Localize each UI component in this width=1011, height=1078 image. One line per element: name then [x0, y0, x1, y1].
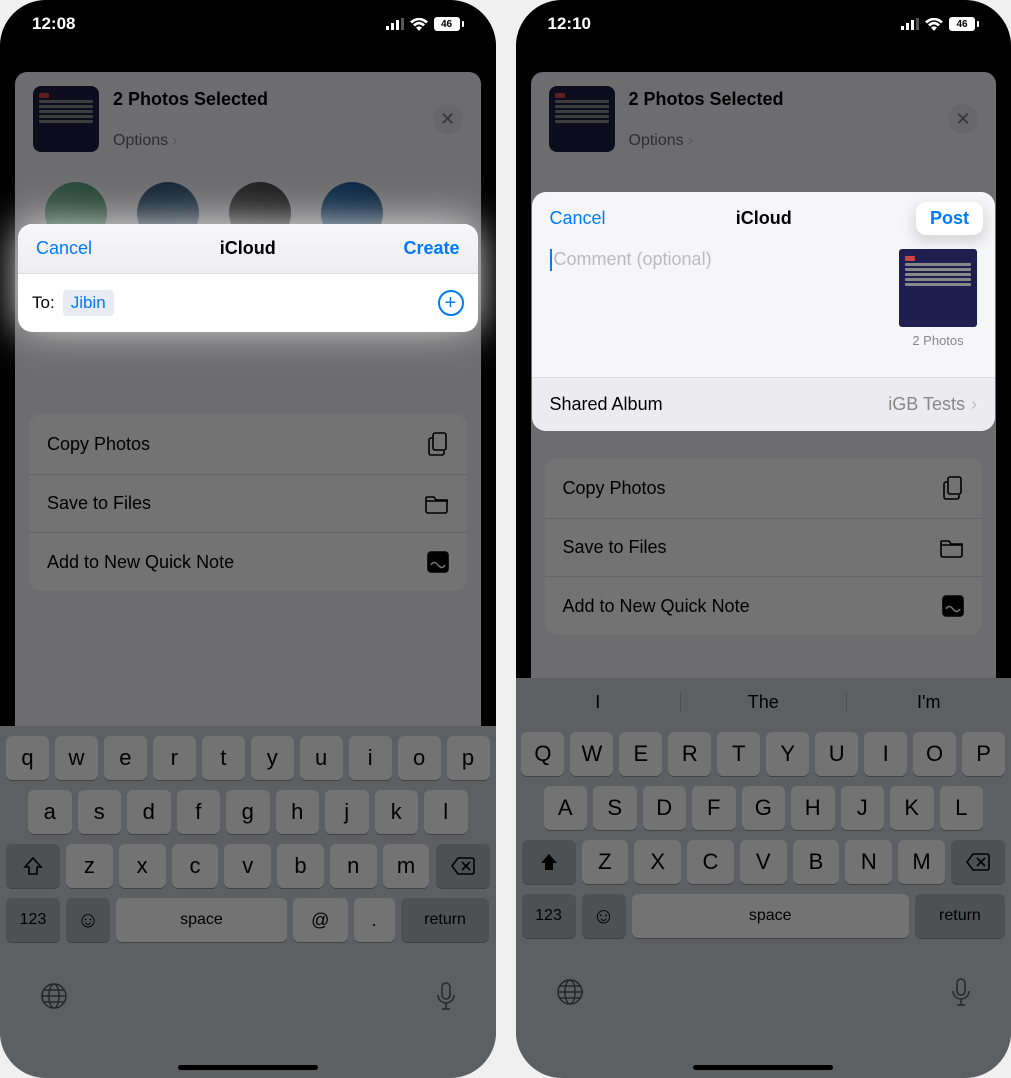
dim-overlay: [516, 0, 1011, 1078]
status-indicators: 46: [901, 17, 979, 31]
icloud-share-dialog: Cancel iCloud Create To: Jibin +: [18, 224, 478, 332]
post-thumbnail[interactable]: [899, 249, 977, 327]
dim-overlay: [0, 0, 496, 1078]
status-bar: 12:08 46: [0, 0, 496, 48]
phone-right: 12:10 46 2 Photos Selected Options› ✕ Co…: [516, 0, 1011, 1078]
to-label: To:: [32, 293, 55, 313]
photo-count: 2 Photos: [899, 333, 977, 348]
dialog-title: iCloud: [736, 208, 792, 229]
post-button[interactable]: Post: [916, 202, 983, 235]
shared-album-value: iGB Tests: [888, 394, 965, 415]
cellular-icon: [901, 18, 919, 30]
battery-icon: 46: [949, 17, 979, 31]
shared-album-label: Shared Album: [550, 394, 663, 415]
wifi-icon: [410, 18, 428, 31]
battery-icon: 46: [434, 17, 464, 31]
create-button[interactable]: Create: [403, 238, 459, 259]
home-indicator[interactable]: [693, 1065, 833, 1070]
cancel-button[interactable]: Cancel: [550, 208, 606, 229]
home-indicator[interactable]: [178, 1065, 318, 1070]
recipient-chip[interactable]: Jibin: [63, 290, 114, 316]
shared-album-row[interactable]: Shared Album iGB Tests›: [532, 377, 996, 431]
comment-input[interactable]: Comment (optional): [550, 249, 888, 359]
phone-left: 12:08 46 2 Photos Selected Options› ✕ Co…: [0, 0, 496, 1078]
cancel-button[interactable]: Cancel: [36, 238, 92, 259]
dialog-title: iCloud: [220, 238, 276, 259]
add-recipient-icon[interactable]: +: [438, 290, 464, 316]
status-bar: 12:10 46: [516, 0, 1011, 48]
status-indicators: 46: [386, 17, 464, 31]
status-time: 12:08: [32, 14, 75, 34]
icloud-post-dialog: Cancel iCloud Post Comment (optional) 2 …: [532, 192, 996, 431]
cellular-icon: [386, 18, 404, 30]
wifi-icon: [925, 18, 943, 31]
status-time: 12:10: [548, 14, 591, 34]
